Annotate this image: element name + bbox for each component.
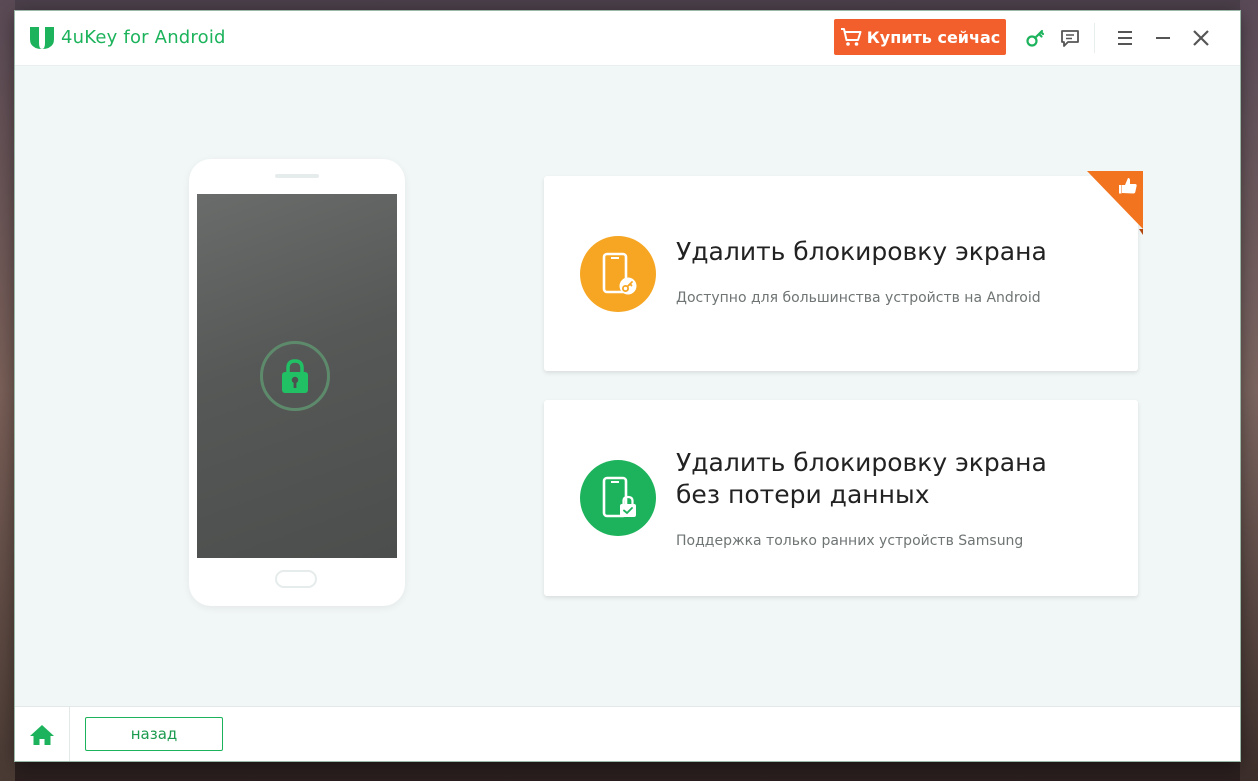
phone-screen [197,194,397,558]
option-subtitle: Доступно для большинства устройств на An… [676,290,1041,306]
buy-now-button[interactable]: Купить сейчас [834,19,1006,55]
feedback-icon[interactable] [1058,26,1082,50]
desktop-background-right [1240,0,1258,781]
cart-icon [840,28,862,46]
title-bar: 4uKey for Android Купить сейчас [15,11,1240,66]
phone-illustration [189,159,405,606]
phone-home-button [275,570,317,588]
phone-lock-icon [580,460,656,536]
titlebar-divider [1094,23,1095,53]
desktop-background-left [0,0,15,781]
buy-now-label: Купить сейчас [866,27,1001,47]
minimize-icon[interactable] [1151,26,1175,50]
home-button[interactable] [15,707,70,761]
app-title: 4uKey for Android [61,27,226,48]
home-icon [30,724,54,745]
lock-icon [260,341,330,411]
phone-key-icon [580,236,656,312]
app-window: 4uKey for Android Купить сейчас Удалить … [15,11,1240,761]
menu-icon[interactable] [1113,26,1137,50]
back-button[interactable]: назад [85,717,223,751]
thumbs-up-icon [1087,171,1143,235]
remove-screen-lock-no-data-loss-option[interactable]: Удалить блокировку экрана без потери дан… [544,400,1138,596]
option-title: Удалить блокировку экрана без потери дан… [676,448,1047,509]
phone-speaker [275,174,319,178]
footer-bar: назад [15,706,1240,761]
4ukey-logo-icon [30,27,54,49]
remove-screen-lock-option[interactable]: Удалить блокировку экрана Доступно для б… [544,171,1143,371]
close-icon[interactable] [1189,26,1213,50]
option-title: Удалить блокировку экрана [676,237,1047,266]
key-icon[interactable] [1023,26,1047,50]
option-subtitle: Поддержка только ранних устройств Samsun… [676,533,1024,549]
